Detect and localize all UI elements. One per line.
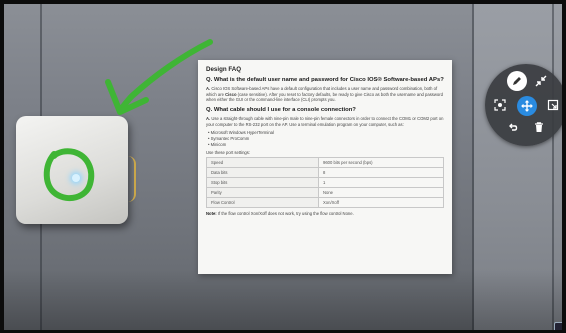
collapse-arrows-icon (535, 75, 547, 87)
status-led (72, 174, 80, 182)
radial-tool-menu (485, 64, 562, 146)
question-2: Q. What cable should I use for a console… (206, 107, 356, 114)
doc-title: Design FAQ (206, 66, 242, 73)
setting-value: Xon/Xoff (318, 197, 444, 209)
table-row: Speed 9600 bits per second (bps) (206, 157, 444, 169)
setting-label: Parity (206, 187, 319, 199)
ink-arrowhead (105, 79, 149, 115)
corner-status-indicator (554, 322, 562, 330)
trash-icon (535, 122, 543, 132)
table-row: Data bits 8 (206, 167, 444, 179)
pin-button[interactable] (545, 97, 561, 113)
collapse-button[interactable] (533, 73, 549, 89)
floor-shadow (4, 270, 562, 330)
access-point-device (16, 116, 136, 224)
delete-button[interactable] (531, 119, 547, 135)
list-item: Minicom (208, 142, 444, 148)
undo-button[interactable] (505, 119, 521, 135)
setting-label: Speed (206, 157, 319, 169)
capture-button[interactable] (492, 97, 508, 113)
settings-intro: Use these port settings: (206, 150, 250, 156)
setting-value: 1 (318, 177, 444, 189)
note-text: If the flow control Xon/Xoff does not wo… (217, 211, 354, 217)
capture-icon (494, 99, 506, 111)
setting-label: Stop bits (206, 177, 319, 189)
pin-icon (547, 99, 559, 111)
note-label: Note: (206, 211, 217, 217)
viewport-frame: Design FAQ Q. What is the default user n… (0, 0, 566, 333)
answer-prefix: A. (206, 116, 211, 122)
program-list: Microsoft Windows HyperTerminal Symantec… (208, 130, 444, 149)
answer-1-bold: Cisco (225, 91, 237, 97)
answer-prefix: A. (206, 86, 211, 92)
move-button[interactable] (517, 96, 537, 116)
answer-2: A. Use a straight-through cable with nin… (206, 116, 444, 127)
faq-document[interactable]: Design FAQ Q. What is the default user n… (198, 60, 452, 274)
answer-1: A. Cisco IOS Software-based APs have a d… (206, 86, 444, 103)
table-row: Parity None (206, 187, 444, 199)
undo-icon (509, 123, 518, 131)
device-cable (126, 156, 136, 202)
setting-value: None (318, 187, 444, 199)
setting-value: 9600 bits per second (bps) (318, 157, 444, 169)
mixed-reality-scene: Design FAQ Q. What is the default user n… (4, 4, 562, 330)
note: Note: If the flow control Xon/Xoff does … (206, 211, 444, 216)
pen-button[interactable] (507, 71, 527, 91)
port-settings-table: Speed 9600 bits per second (bps) Data bi… (206, 157, 444, 209)
answer-1-rest: (case sensitive). After you reset to fac… (206, 91, 443, 103)
pen-icon (513, 77, 521, 85)
move-icon (521, 100, 533, 112)
answer-2-text: Use a straight-through cable with nine-p… (206, 116, 444, 127)
table-row: Stop bits 1 (206, 177, 444, 189)
setting-label: Flow Control (206, 197, 319, 209)
setting-label: Data bits (206, 167, 319, 179)
table-row: Flow Control Xon/Xoff (206, 197, 444, 209)
ink-arrow-stroke (119, 39, 213, 111)
setting-value: 8 (318, 167, 444, 179)
question-1: Q. What is the default user name and pas… (206, 77, 444, 83)
